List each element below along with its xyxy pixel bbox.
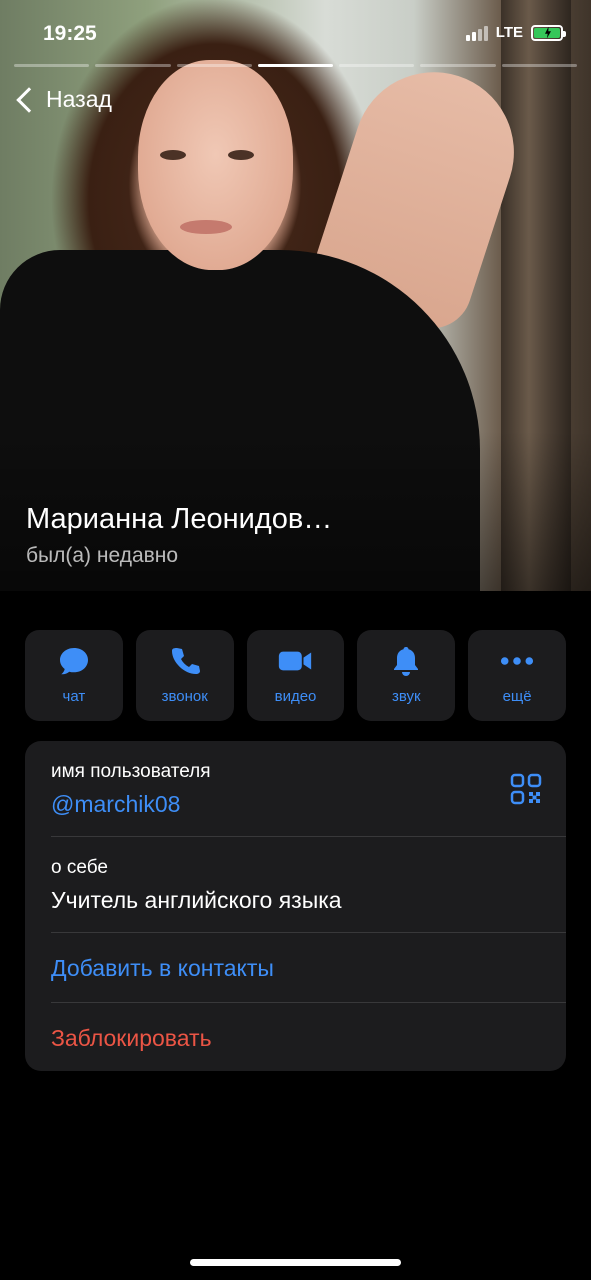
photo-progress-segment bbox=[14, 64, 90, 67]
username-label: имя пользователя bbox=[51, 761, 211, 782]
qr-code-icon[interactable] bbox=[510, 773, 542, 805]
video-camera-icon bbox=[278, 646, 312, 676]
call-button[interactable]: звонок bbox=[135, 630, 234, 721]
last-seen-status: был(а) недавно bbox=[26, 544, 179, 567]
photo-face bbox=[138, 60, 293, 270]
photo-lips bbox=[180, 220, 232, 234]
about-row: о себе Учитель английского языка bbox=[25, 837, 566, 933]
sound-button[interactable]: звук bbox=[357, 630, 456, 721]
photo-progress-segment bbox=[501, 64, 577, 67]
add-contact-row[interactable]: Добавить в контакты bbox=[25, 933, 566, 1002]
profile-info-card: имя пользователя @marchik08 о себе Учите… bbox=[25, 741, 566, 1071]
battery-charging-icon bbox=[531, 24, 566, 41]
home-indicator[interactable] bbox=[190, 1259, 401, 1266]
more-button-label: ещё bbox=[502, 688, 532, 705]
chevron-left-icon bbox=[16, 86, 42, 113]
status-time: 19:25 bbox=[43, 22, 97, 45]
chat-button[interactable]: чат bbox=[25, 630, 123, 721]
username-value[interactable]: @marchik08 bbox=[51, 791, 180, 818]
more-dots-icon bbox=[500, 646, 534, 676]
chat-button-label: чат bbox=[62, 688, 86, 705]
block-user-button[interactable]: Заблокировать bbox=[51, 1025, 212, 1052]
photo-progress-segment bbox=[339, 64, 415, 67]
more-button[interactable]: ещё bbox=[468, 630, 566, 721]
video-button-label: видео bbox=[274, 688, 317, 705]
photo-eye-right bbox=[228, 150, 254, 160]
about-label: о себе bbox=[51, 857, 108, 878]
status-indicators: LTE bbox=[465, 24, 566, 41]
phone-icon bbox=[168, 646, 202, 676]
call-button-label: звонок bbox=[161, 688, 208, 705]
back-button[interactable]: Назад bbox=[12, 86, 112, 113]
about-value: Учитель английского языка bbox=[51, 887, 342, 913]
block-row[interactable]: Заблокировать bbox=[25, 1003, 566, 1071]
photo-progress-segment bbox=[257, 64, 334, 67]
photo-progress-segments bbox=[14, 64, 577, 67]
bell-icon bbox=[389, 646, 423, 676]
profile-name: Марианна Леонидов… bbox=[26, 503, 333, 535]
network-type-label: LTE bbox=[495, 24, 523, 41]
photo-progress-segment bbox=[420, 64, 496, 67]
back-button-label: Назад bbox=[46, 86, 112, 112]
username-row[interactable]: имя пользователя @marchik08 bbox=[25, 741, 566, 837]
cellular-signal-icon bbox=[465, 25, 488, 41]
photo-progress-segment bbox=[176, 64, 252, 67]
add-to-contacts-button[interactable]: Добавить в контакты bbox=[51, 955, 274, 982]
photo-eye-left bbox=[160, 150, 186, 160]
action-buttons-row: чат звонок видео звук ещё bbox=[25, 630, 566, 721]
photo-progress-segment bbox=[95, 64, 171, 67]
sound-button-label: звук bbox=[391, 688, 421, 705]
video-button[interactable]: видео bbox=[246, 630, 345, 721]
chat-bubble-icon bbox=[57, 646, 91, 676]
